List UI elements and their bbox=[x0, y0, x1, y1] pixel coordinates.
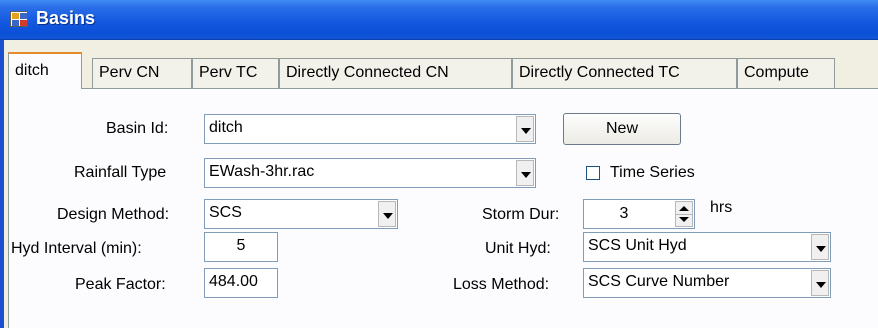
peak-factor-input[interactable]: 484.00 bbox=[204, 268, 278, 298]
basin-id-value: ditch bbox=[209, 119, 243, 136]
storm-dur-value: 3 bbox=[619, 205, 629, 222]
hyd-interval-label: Hyd Interval (min): bbox=[11, 240, 142, 257]
tab-directly-connected-tc[interactable]: Directly Connected TC bbox=[512, 58, 737, 88]
storm-dur-label: Storm Dur: bbox=[482, 206, 560, 223]
new-button[interactable]: New bbox=[563, 113, 681, 145]
tab-perv-cn[interactable]: Perv CN bbox=[92, 58, 192, 88]
loss-method-label: Loss Method: bbox=[453, 276, 550, 293]
tab-strip: ditch Perv CN Perv TC Directly Connected… bbox=[4, 52, 878, 89]
design-method-value: SCS bbox=[209, 204, 242, 221]
tab-directly-connected-cn[interactable]: Directly Connected CN bbox=[279, 58, 512, 88]
chevron-down-icon[interactable] bbox=[811, 234, 829, 260]
hyd-interval-input[interactable]: 5 bbox=[204, 232, 278, 262]
tab-ditch[interactable]: ditch bbox=[8, 52, 82, 89]
unit-hyd-label: Unit Hyd: bbox=[485, 240, 551, 257]
unit-hyd-value: SCS Unit Hyd bbox=[588, 237, 687, 254]
chevron-down-icon[interactable] bbox=[516, 160, 534, 186]
loss-method-combo[interactable]: SCS Curve Number bbox=[583, 268, 831, 298]
spin-arrows-icon[interactable] bbox=[675, 201, 693, 227]
rainfall-type-combo[interactable]: EWash-3hr.rac bbox=[204, 158, 536, 188]
basin-id-label: Basin Id: bbox=[106, 120, 169, 137]
rainfall-type-value: EWash-3hr.rac bbox=[209, 163, 315, 180]
basin-id-combo[interactable]: ditch bbox=[204, 114, 536, 144]
tab-perv-tc[interactable]: Perv TC bbox=[192, 58, 279, 88]
loss-method-value: SCS Curve Number bbox=[588, 273, 730, 290]
rainfall-type-label: Rainfall Type bbox=[74, 164, 167, 181]
design-method-label: Design Method: bbox=[57, 206, 170, 223]
time-series-label: Time Series bbox=[610, 164, 695, 181]
tab-compute[interactable]: Compute bbox=[737, 58, 835, 88]
title-bar[interactable]: Basins bbox=[0, 0, 878, 40]
unit-hyd-combo[interactable]: SCS Unit Hyd bbox=[583, 232, 831, 262]
chevron-down-icon[interactable] bbox=[378, 201, 396, 227]
app-grid-icon bbox=[10, 11, 28, 27]
design-method-combo[interactable]: SCS bbox=[204, 199, 398, 229]
storm-dur-unit: hrs bbox=[710, 199, 733, 216]
chevron-down-icon[interactable] bbox=[516, 116, 534, 142]
window-title: Basins bbox=[36, 8, 96, 28]
time-series-checkbox[interactable] bbox=[586, 166, 600, 180]
storm-dur-spinner[interactable]: 3 bbox=[583, 199, 695, 229]
peak-factor-label: Peak Factor: bbox=[75, 276, 166, 293]
chevron-down-icon[interactable] bbox=[811, 270, 829, 296]
